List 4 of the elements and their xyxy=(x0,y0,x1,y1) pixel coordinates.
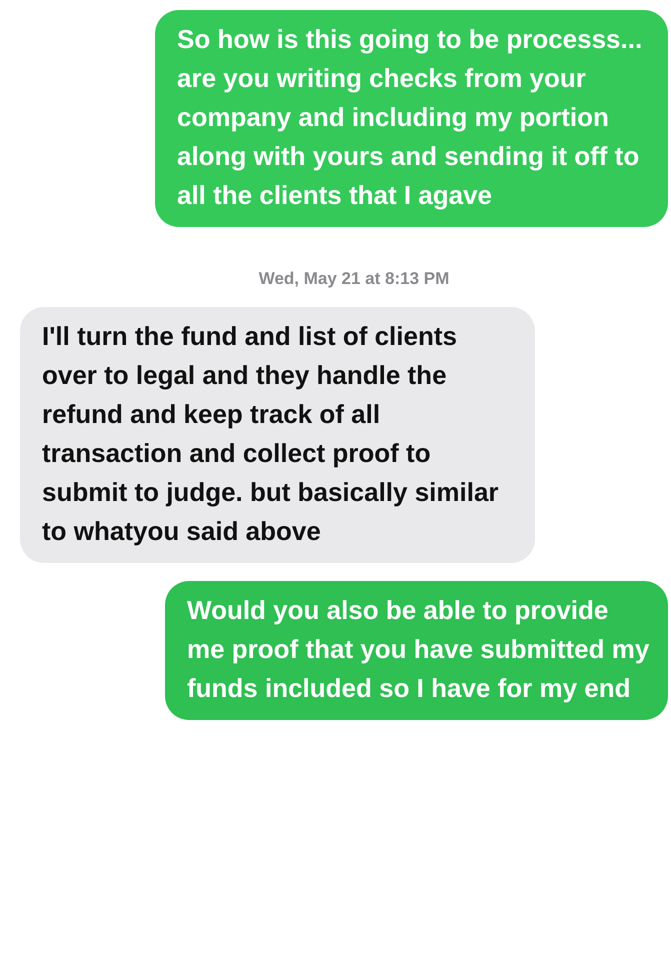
received-message-bubble: I'll turn the fund and list of clients over to legal and they handle the refund and keep track of all transaction and collect proof to submit to judge. but basically similar to whatyou said above xyxy=(20,307,535,563)
timestamp: Wed, May 21 at 8:13 PM xyxy=(258,269,450,289)
sent-message-bubble: So how is this going to be processs... are you writing checks from your company and including my portion along with yours and sending it off to all the clients that I agave xyxy=(155,10,668,227)
sent-message-bubble: Would you also be able to provide me proof that you have submitted my funds included so I have for my end xyxy=(165,581,668,720)
